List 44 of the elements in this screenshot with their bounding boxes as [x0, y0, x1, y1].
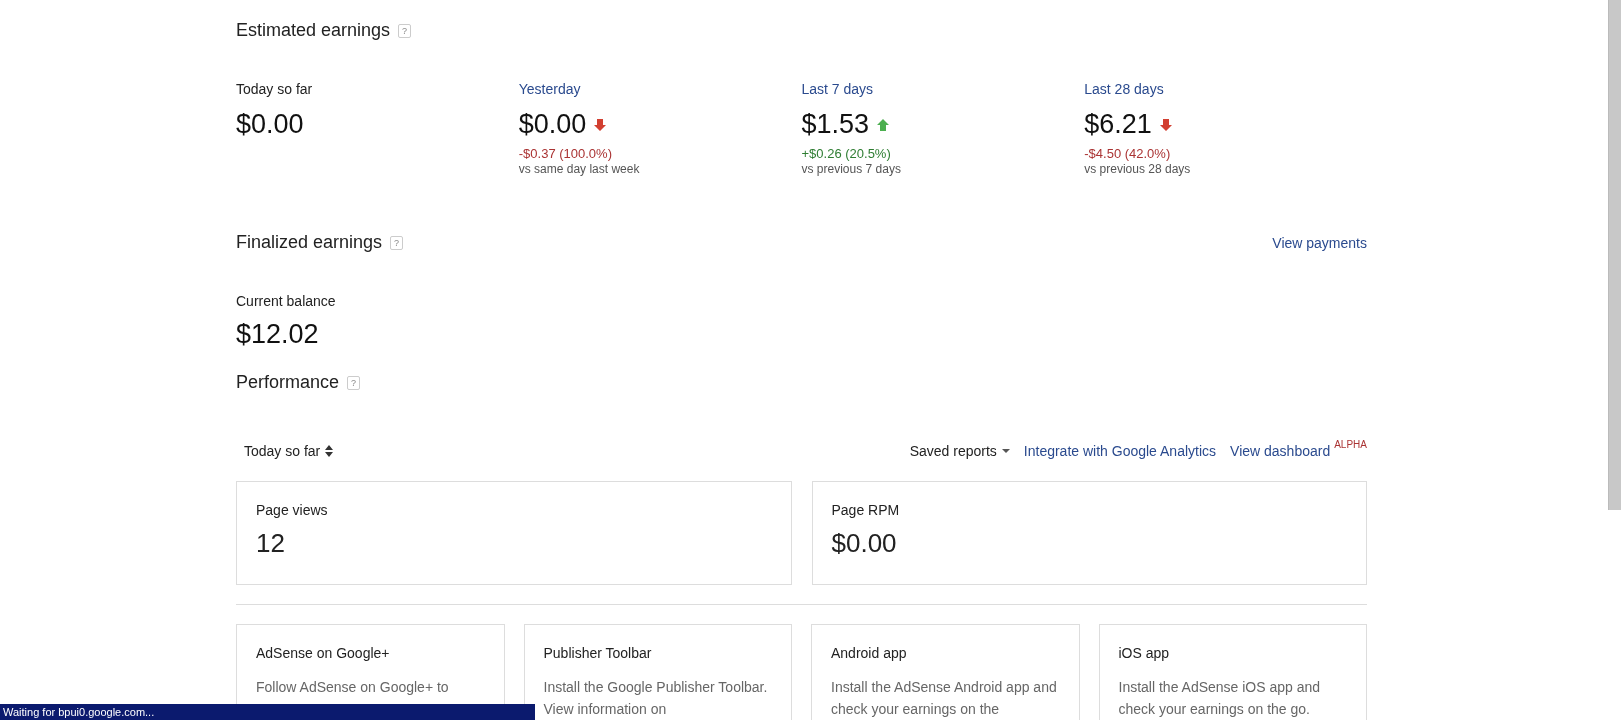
analytics-link[interactable]: Integrate with Google Analytics: [1023, 443, 1217, 459]
promo-text: Install the AdSense iOS app and check your earnings on the go.: [1118, 678, 1322, 719]
period-label[interactable]: Yesterday: [518, 81, 581, 97]
caret-icon: [1001, 449, 1010, 453]
earnings-value: $1.53: [801, 109, 870, 140]
scrollbar[interactable]: [1608, 0, 1621, 510]
comparison-note: vs same day last week: [518, 162, 640, 176]
dashboard-link[interactable]: View dashboard: [1230, 443, 1331, 459]
promo-text: Follow AdSense on Google+ to: [256, 678, 450, 697]
status-text: Waiting for bpui0.google.com...: [2, 706, 155, 718]
help-icon[interactable]: ?: [398, 23, 412, 38]
section-title: Finalized earnings: [236, 232, 383, 253]
metric-label: Page RPM: [831, 502, 901, 518]
metric-value: $0.00: [831, 528, 898, 559]
section-title: Estimated earnings: [236, 20, 391, 41]
promo-title: iOS app: [1118, 645, 1171, 661]
metric-value: 12: [256, 528, 286, 559]
alpha-label: ALPHA: [1334, 439, 1367, 450]
change-amount: -$4.50 (42.0%): [1084, 146, 1171, 161]
promo-title: Android app: [831, 645, 908, 661]
help-icon[interactable]: ?: [390, 235, 404, 250]
change-amount: +$0.26 (20.5%): [801, 146, 891, 161]
date-range-selector[interactable]: Today so far: [244, 443, 334, 459]
comparison-note: vs previous 7 days: [801, 162, 901, 176]
earnings-value: $0.00: [518, 109, 587, 140]
period-label[interactable]: Last 28 days: [1084, 81, 1164, 97]
section-title: Performance: [236, 372, 340, 393]
balance-value: $12.02: [236, 319, 320, 350]
period-label: Today so far: [236, 81, 313, 97]
help-icon[interactable]: ?: [347, 375, 361, 390]
earnings-value: $0.00: [236, 109, 304, 140]
metric-label: Page views: [256, 502, 329, 518]
period-label[interactable]: Last 7 days: [801, 81, 874, 97]
view-payments-link[interactable]: View payments: [1272, 234, 1367, 251]
promo-text: Install the Google Publisher Toolbar. View information on: [543, 678, 769, 719]
earnings-value: $6.21: [1084, 109, 1152, 140]
promo-text: Install the AdSense Android app and check your earnings on the: [831, 678, 1058, 719]
promo-title: AdSense on Google+: [256, 645, 391, 661]
promo-title: Publisher Toolbar: [543, 645, 653, 661]
balance-label: Current balance: [236, 293, 337, 309]
comparison-note: vs previous 28 days: [1084, 162, 1191, 176]
change-amount: -$0.37 (100.0%): [518, 146, 612, 161]
sort-icon: [325, 445, 334, 457]
saved-reports-dropdown[interactable]: Saved reports: [909, 443, 1010, 459]
